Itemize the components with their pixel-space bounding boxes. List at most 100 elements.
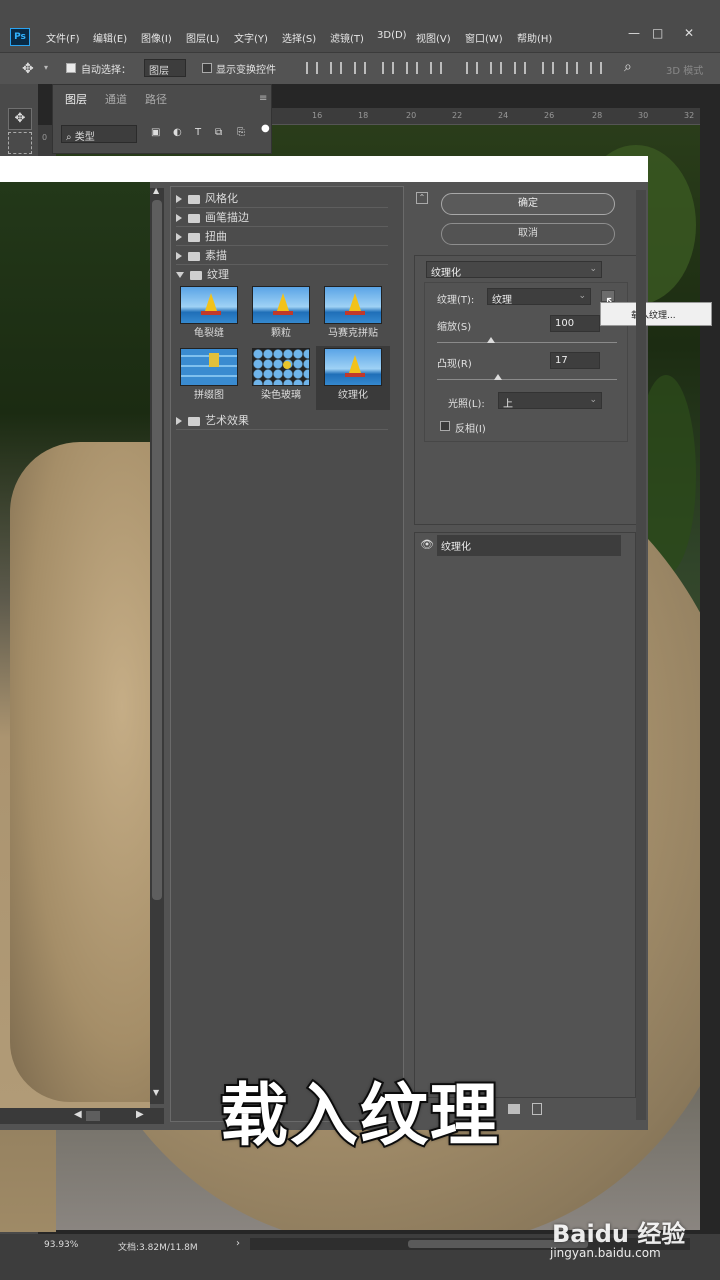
search-icon[interactable]: ⌕ [624, 59, 632, 75]
menu-select[interactable]: 选择(S) [282, 30, 316, 46]
filter-toggle-icon[interactable]: ● [261, 123, 270, 134]
menu-edit[interactable]: 编辑(E) [93, 30, 127, 46]
category-stylize[interactable]: 风格化 [176, 190, 388, 208]
maximize-button[interactable]: □ [652, 26, 663, 40]
menu-3d[interactable]: 3D(D) [377, 30, 407, 46]
menu-file[interactable]: 文件(F) [46, 30, 80, 46]
chevron-right-icon[interactable]: › [236, 1238, 240, 1249]
cancel-button[interactable]: 取消 [441, 223, 615, 245]
dialog-title-bar [0, 156, 648, 182]
move-tool-icon[interactable]: ✥ [22, 61, 34, 77]
relief-slider-knob[interactable] [494, 374, 503, 380]
panel-menu-icon[interactable]: ≡ [259, 93, 267, 104]
filter-label: 龟裂缝 [194, 328, 224, 339]
texture-label: 纹理(T): [437, 295, 475, 306]
adjustment-filter-icon[interactable]: ◐ [173, 127, 182, 138]
invert-label: 反相(I) [455, 424, 486, 435]
relief-slider-track[interactable] [437, 379, 617, 380]
minimize-button[interactable]: — [628, 26, 640, 40]
texture-dropdown[interactable]: 纹理 ⌄ [487, 288, 591, 306]
menu-type[interactable]: 文字(Y) [234, 30, 268, 46]
light-dropdown[interactable]: 上 ⌄ [498, 392, 602, 410]
align-top-icon[interactable] [306, 62, 318, 74]
filter-thumb-grain[interactable] [252, 286, 310, 324]
category-sketch[interactable]: 素描 [176, 247, 388, 265]
menu-window[interactable]: 窗口(W) [465, 30, 503, 46]
pixel-filter-icon[interactable]: ▣ [151, 127, 160, 138]
filter-thumb-craquelure[interactable] [180, 286, 238, 324]
ruler-tick: 28 [592, 111, 603, 120]
filter-label: 拼缀图 [194, 390, 224, 401]
shape-filter-icon[interactable]: ⧉ [215, 127, 222, 138]
chevron-down-icon[interactable]: ▾ [44, 63, 48, 72]
distribute-hcenter-icon[interactable] [566, 62, 578, 74]
filter-thumb-stained-glass[interactable] [252, 348, 310, 386]
ruler-tick: 20 [406, 111, 417, 120]
align-vcenter-icon[interactable] [330, 62, 342, 74]
menu-help[interactable]: 帮助(H) [517, 30, 552, 46]
effect-layer-row[interactable]: 纹理化 [437, 535, 621, 556]
distribute-top-icon[interactable] [466, 62, 478, 74]
distribute-vcenter-icon[interactable] [490, 62, 502, 74]
zoom-level[interactable]: 93.93% [44, 1240, 78, 1250]
layer-filter-dropdown[interactable]: ⌕ 类型 [61, 125, 137, 143]
show-transform-checkbox[interactable] [202, 63, 212, 73]
filter-thumb-mosaic-tiles[interactable] [324, 286, 382, 324]
align-bottom-icon[interactable] [354, 62, 366, 74]
filter-thumb-texturizer[interactable] [324, 348, 382, 386]
invert-checkbox[interactable] [440, 421, 450, 431]
close-button[interactable]: ✕ [684, 26, 694, 40]
distribute-right-icon[interactable] [590, 62, 602, 74]
tab-paths[interactable]: 路径 [145, 91, 167, 107]
scroll-up-icon[interactable]: ▲ [153, 186, 159, 195]
chevron-down-icon: ⌄ [578, 291, 586, 301]
menu-view[interactable]: 视图(V) [416, 30, 451, 46]
align-right-icon[interactable] [430, 62, 442, 74]
collapse-browser-icon[interactable]: ⌃ [416, 192, 428, 204]
align-hcenter-icon[interactable] [406, 62, 418, 74]
show-transform-label: 显示变换控件 [216, 65, 276, 76]
menu-bar: Ps 文件(F) 编辑(E) 图像(I) 图层(L) 文字(Y) 选择(S) 滤… [0, 0, 720, 52]
menu-filter[interactable]: 滤镜(T) [330, 30, 364, 46]
light-label: 光照(L): [448, 399, 485, 410]
relief-input[interactable]: 17 [550, 352, 600, 369]
distribute-bottom-icon[interactable] [514, 62, 526, 74]
scaling-value: 100 [555, 318, 575, 329]
distribute-left-icon[interactable] [542, 62, 554, 74]
filter-thumb-patchwork[interactable] [180, 348, 238, 386]
scrollbar-thumb[interactable] [152, 200, 162, 900]
eye-icon[interactable]: 👁 [420, 538, 434, 551]
scaling-slider-track[interactable] [437, 342, 617, 343]
smart-object-filter-icon[interactable]: ⎘ [237, 127, 245, 138]
type-filter-icon[interactable]: T [195, 127, 201, 138]
scaling-slider-knob[interactable] [487, 337, 495, 343]
ok-button[interactable]: 确定 [441, 193, 615, 215]
tab-layers[interactable]: 图层 [65, 91, 87, 107]
expand-icon [176, 214, 182, 222]
expand-icon [176, 233, 182, 241]
scaling-input[interactable]: 100 [550, 315, 600, 332]
effect-layer-name: 纹理化 [441, 542, 471, 553]
folder-icon [188, 213, 200, 223]
align-left-icon[interactable] [382, 62, 394, 74]
dialog-right-scrollbar[interactable] [636, 190, 646, 1120]
category-artistic[interactable]: 艺术效果 [176, 412, 388, 430]
menu-image[interactable]: 图像(I) [141, 30, 172, 46]
tab-channels[interactable]: 通道 [105, 91, 127, 107]
auto-select-checkbox[interactable] [66, 63, 76, 73]
filter-select-dropdown[interactable]: 纹理化 ⌄ [426, 261, 602, 279]
category-brush-strokes[interactable]: 画笔描边 [176, 209, 388, 227]
ruler-tick: 22 [452, 111, 463, 120]
category-texture[interactable]: 纹理 [176, 266, 388, 284]
filter-select-value: 纹理化 [431, 268, 461, 279]
menu-layer[interactable]: 图层(L) [186, 30, 219, 46]
expand-icon [176, 252, 182, 260]
preview-rock [10, 442, 150, 1102]
ruler-tick: 26 [544, 111, 555, 120]
category-distort[interactable]: 扭曲 [176, 228, 388, 246]
layers-panel: 图层 通道 路径 ≡ ⌕ 类型 ▣ ◐ T ⧉ ⎘ ● [52, 84, 272, 154]
move-tool-button[interactable]: ✥ [8, 108, 32, 130]
marquee-tool-button[interactable] [8, 132, 32, 154]
preview-area[interactable] [0, 182, 150, 1108]
auto-select-dropdown[interactable]: 图层 [144, 59, 186, 77]
